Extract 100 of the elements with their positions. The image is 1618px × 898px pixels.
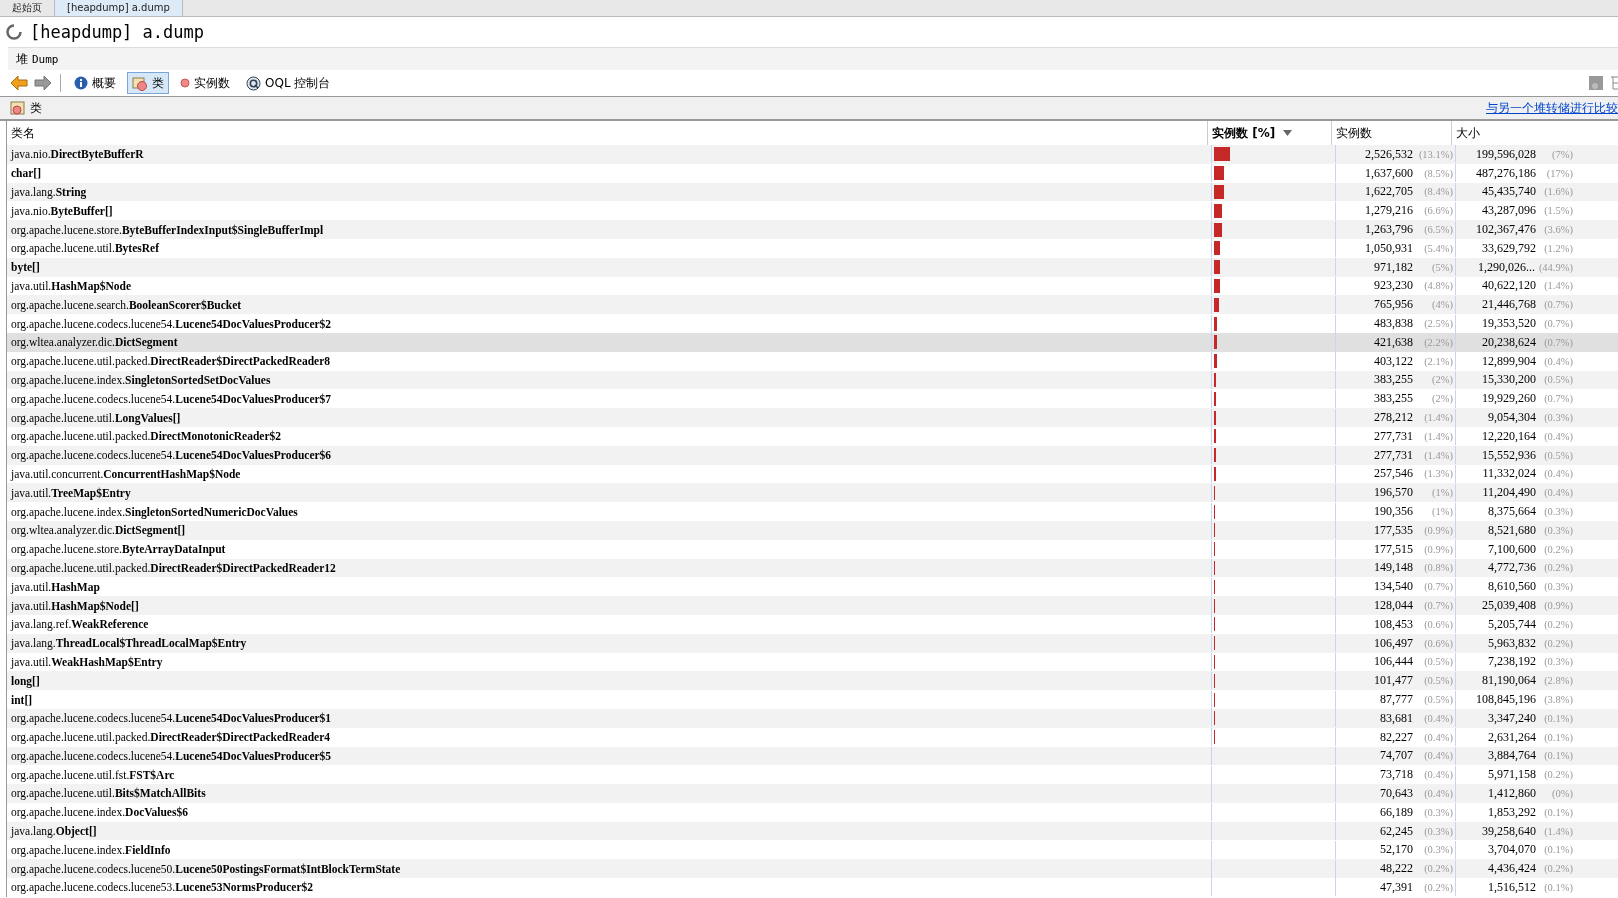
column-header[interactable]: 实例数 [%] (1212, 121, 1276, 145)
size-value: 15,330,200 (1482, 372, 1536, 388)
compare-link[interactable]: 与另一个堆转储进行比较 (1486, 99, 1618, 117)
table-row[interactable]: java.lang.String 1,622,705 (8.4%) 45,435,740 (1.6%) (7, 182, 1618, 202)
table-row[interactable]: int[] 87,777 (0.5%) 108,845,196 (3.8%) (7, 690, 1618, 709)
table-row[interactable]: long[] 101,477 (0.5%) 81,190,064 (2.8%) (7, 671, 1618, 691)
column-header[interactable]: 类名 (7, 121, 1207, 145)
class-name-cell-text: org.apache.lucene.index.DocValues$6 (10, 805, 189, 821)
table-row[interactable]: org.apache.lucene.store.ByteBufferIndexInput$SingleBufferImpl 1,263,796 (6.5%) 102,367,476 (3.6%) (7, 220, 1618, 239)
table-row[interactable]: org.apache.lucene.store.ByteArrayDataInput 177,515 (0.9%) 7,100,600 (0.2%) (7, 539, 1618, 559)
table-row[interactable]: java.nio.ByteBuffer[] 1,279,216 (6.6%) 43,287,096 (1.5%) (7, 201, 1618, 221)
instance-percent: (0.6%) (1423, 637, 1453, 649)
instance-count: 190,356 (1374, 504, 1413, 520)
table-row[interactable]: org.wltea.analyzer.dic.DictSegment 421,638 (2.2%) 20,238,624 (0.7%) (7, 332, 1618, 352)
toolbar-button[interactable]: OQL 控制台 (241, 72, 336, 94)
table-row[interactable]: org.apache.lucene.codecs.lucene53.Lucene53NormsProducer$2 47,391 (0.2%) 1,516,512 (0.1%) (7, 878, 1618, 897)
table-row[interactable]: java.util.WeakHashMap$Entry 106,444 (0.5%) 7,238,192 (0.3%) (7, 652, 1618, 672)
size-percent: (0.1%) (1543, 731, 1573, 743)
table-row[interactable]: org.apache.lucene.util.LongValues[] 278,212 (1.4%) 9,054,304 (0.3%) (7, 408, 1618, 427)
table-row[interactable]: org.apache.lucene.codecs.lucene54.Lucene54DocValuesProducer$5 74,707 (0.4%) 3,884,764 (0.1%) (7, 746, 1618, 766)
size-value: 487,276,186 (1476, 165, 1536, 181)
table-row[interactable]: java.nio.DirectByteBufferR 2,526,532 (13.1%) 199,596,028 (7%) (7, 145, 1618, 164)
size-percent: (1.4%) (1543, 280, 1573, 292)
table-row[interactable]: org.apache.lucene.codecs.lucene54.Lucene54DocValuesProducer$2 483,838 (2.5%) 19,353,520 (0.7%) (7, 314, 1618, 333)
table-row[interactable]: java.util.concurrent.ConcurrentHashMap$Node 257,546 (1.3%) 11,332,024 (0.4%) (7, 464, 1618, 484)
forward-arrow-icon[interactable] (34, 75, 52, 91)
class-name-cell-text: java.util.HashMap$Node (9, 278, 133, 295)
size-percent: (0.1%) (1543, 881, 1573, 893)
size-value: 19,353,520 (1482, 316, 1536, 332)
table-row[interactable]: org.apache.lucene.search.BooleanScorer$Bucket 765,956 (4%) 21,446,768 (0.7%) (7, 295, 1618, 315)
instance-percent: (1%) (1431, 506, 1453, 518)
class-name-cell-text: org.apache.lucene.codecs.lucene50.Lucene50PostingsFormat$IntBlockTermState (10, 861, 402, 878)
class-name-cell-text: org.apache.lucene.codecs.lucene54.Lucene54DocValuesProducer$1 (10, 711, 333, 727)
instance-count: 1,050,931 (1365, 240, 1413, 256)
instance-percent: (0.4%) (1423, 788, 1453, 799)
editor-tab[interactable]: [heapdump] a.dump (55, 0, 183, 16)
back-arrow-icon[interactable] (10, 75, 28, 91)
table-row[interactable]: byte[] 971,182 (5%) 1,290,026... (44.9%) (7, 257, 1618, 277)
instance-count: 83,681 (1380, 710, 1413, 726)
size-percent: (0.3%) (1543, 656, 1573, 668)
size-value: 9,054,304 (1488, 410, 1536, 426)
table-row[interactable]: java.util.TreeMap$Entry 196,570 (1%) 11,204,490 (0.4%) (7, 483, 1618, 503)
instance-count: 421,638 (1374, 334, 1413, 350)
table-row[interactable]: org.apache.lucene.index.SingletonSortedNumericDocValues 190,356 (1%) 8,375,664 (0.3%) (7, 502, 1618, 521)
class-name-cell-text: java.lang.ThreadLocal$ThreadLocalMap$Entry (9, 636, 248, 652)
window-title: [heapdump] a.dump (30, 22, 204, 42)
instance-percent: (2.5%) (1423, 318, 1453, 330)
table-row[interactable]: java.lang.ref.WeakReference 108,453 (0.6%) 5,205,744 (0.2%) (7, 614, 1618, 634)
size-value: 102,367,476 (1476, 222, 1536, 238)
class-name-cell-text: java.util.TreeMap$Entry (9, 485, 132, 502)
instance-percent: (1.4%) (1423, 430, 1453, 442)
table-row[interactable]: org.apache.lucene.util.packed.DirectReader$DirectPackedReader8 403,122 (2.1%) 12,899,904 (0.4%) (7, 351, 1618, 371)
table-row[interactable]: org.apache.lucene.util.packed.DirectReader$DirectPackedReader12 149,148 (0.8%) 4,772,736 (0.2%) (7, 558, 1618, 578)
table-row[interactable]: org.apache.lucene.index.FieldInfo 52,170 (0.3%) 3,704,070 (0.1%) (7, 840, 1618, 860)
class-name-cell-text: org.apache.lucene.codecs.lucene54.Lucene54DocValuesProducer$6 (10, 448, 333, 464)
toolbar-button[interactable]: 实例数 (175, 72, 235, 94)
class-name-cell-text: org.apache.lucene.codecs.lucene54.Lucene54DocValuesProducer$2 (10, 316, 333, 333)
sort-descending-icon[interactable] (1283, 130, 1293, 136)
table-row[interactable]: org.apache.lucene.util.packed.DirectMonotonicReader$2 277,731 (1.4%) 12,220,164 (0.4%) (7, 426, 1618, 446)
table-row[interactable]: char[] 1,637,600 (8.5%) 487,276,186 (17%) (7, 163, 1618, 183)
table-row[interactable]: org.apache.lucene.util.packed.DirectReader$DirectPackedReader4 82,227 (0.4%) 2,631,264 (0.1%) (7, 727, 1618, 747)
table-row[interactable]: org.apache.lucene.codecs.lucene54.Lucene54DocValuesProducer$1 83,681 (0.4%) 3,347,240 (0.1%) (7, 708, 1618, 728)
instance-count: 48,222 (1380, 861, 1413, 877)
class-name-cell-text: java.nio.DirectByteBufferR (9, 147, 145, 163)
toolbar-button[interactable]: 概要 (69, 72, 121, 94)
classes-icon (10, 100, 26, 116)
table-row[interactable]: org.apache.lucene.codecs.lucene50.Lucene50PostingsFormat$IntBlockTermState 48,222 (0.2%) 4,436,424 (0.2%) (7, 859, 1618, 879)
instance-count: 108,453 (1374, 616, 1413, 632)
toolbar-button[interactable]: 类 (127, 72, 169, 94)
panel-icon[interactable] (1588, 75, 1604, 91)
table-row[interactable]: org.apache.lucene.codecs.lucene54.Lucene54DocValuesProducer$6 277,731 (1.4%) 15,552,936 (0.5%) (7, 445, 1618, 465)
class-name-cell-text: java.util.HashMap (9, 579, 101, 596)
table-row[interactable]: java.util.HashMap$Node[] 128,044 (0.7%) 25,039,408 (0.9%) (7, 596, 1618, 615)
size-value: 108,845,196 (1476, 692, 1536, 707)
instance-percent: (2%) (1431, 374, 1453, 386)
class-name-cell-text: org.apache.lucene.util.packed.DirectReader$DirectPackedReader8 (10, 354, 331, 370)
breadcrumb-item[interactable]: Dump (32, 52, 59, 66)
instance-count: 62,245 (1380, 823, 1413, 839)
table-row[interactable]: java.util.HashMap 134,540 (0.7%) 8,610,560 (0.3%) (7, 577, 1618, 597)
size-percent: (0.4%) (1543, 355, 1573, 367)
table-row[interactable]: java.lang.ThreadLocal$ThreadLocalMap$Entry 106,497 (0.6%) 5,963,832 (0.2%) (7, 633, 1618, 653)
instance-percent: (0.6%) (1423, 618, 1453, 630)
instance-percent: (2.2%) (1423, 336, 1453, 348)
table-row[interactable]: java.util.HashMap$Node 923,230 (4.8%) 40,622,120 (1.4%) (7, 276, 1618, 296)
table-row[interactable]: org.apache.lucene.util.fst.FST$Arc 73,718 (0.4%) 5,971,158 (0.2%) (7, 765, 1618, 785)
table-row[interactable]: org.apache.lucene.util.BytesRef 1,050,931 (5.4%) 33,629,792 (1.2%) (7, 239, 1618, 258)
table-row[interactable]: java.lang.Object[] 62,245 (0.3%) 39,258,640 (1.4%) (7, 821, 1618, 841)
instance-percent: (0.9%) (1423, 543, 1453, 555)
table-row[interactable]: org.apache.lucene.index.DocValues$6 66,189 (0.3%) 1,853,292 (0.1%) (7, 802, 1618, 822)
instance-percent: (0.2%) (1423, 863, 1453, 875)
size-percent: (1.5%) (1543, 205, 1573, 217)
table-row[interactable]: org.apache.lucene.util.Bits$MatchAllBits 70,643 (0.4%) 1,412,860 (0%) (7, 784, 1618, 803)
table-row[interactable]: org.apache.lucene.codecs.lucene54.Lucene54DocValuesProducer$7 383,255 (2%) 19,929,260 (0.7%) (7, 389, 1618, 409)
size-percent: (17%) (1545, 167, 1573, 179)
section-title: 类 (30, 99, 42, 117)
instance-count: 177,515 (1374, 541, 1413, 557)
table-row[interactable]: org.wltea.analyzer.dic.DictSegment[] 177,535 (0.9%) 8,521,680 (0.3%) (7, 520, 1618, 540)
instance-percent: (13.1%) (1417, 148, 1453, 160)
size-percent: (0.3%) (1543, 412, 1573, 424)
table-row[interactable]: org.apache.lucene.index.SingletonSortedSetDocValues 383,255 (2%) 15,330,200 (0.5%) (7, 370, 1618, 390)
